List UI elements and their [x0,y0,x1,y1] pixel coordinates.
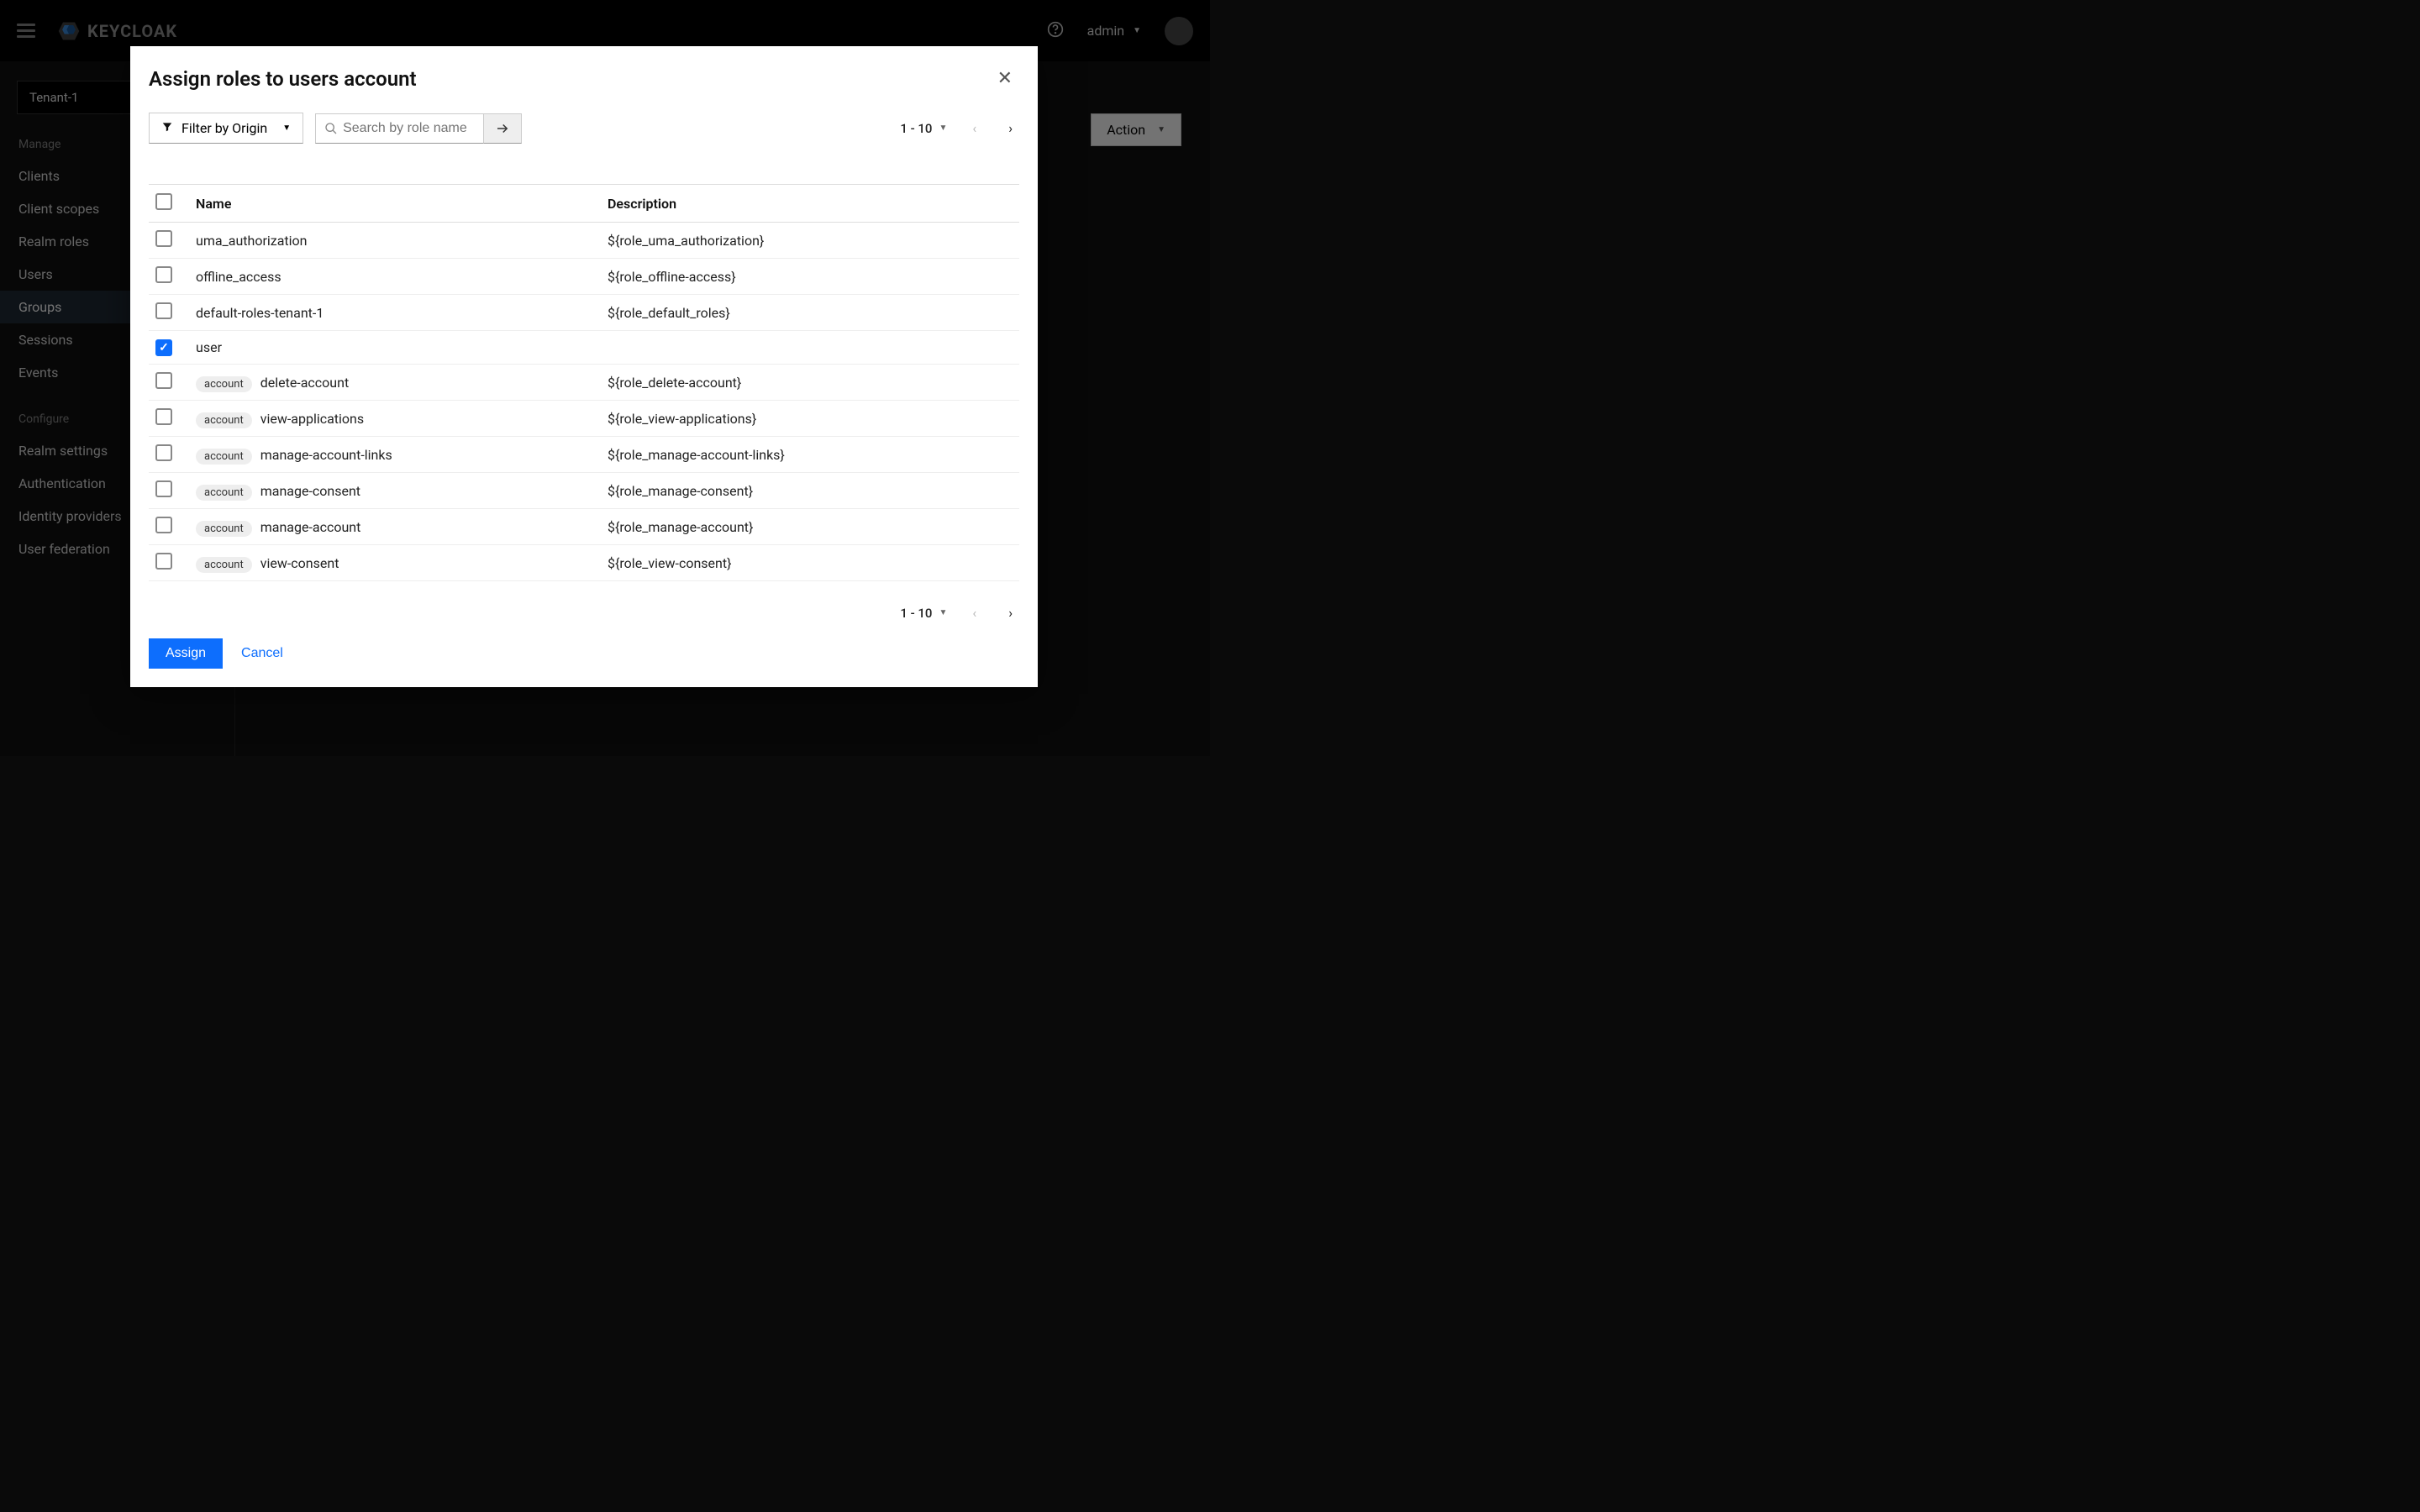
search-icon [324,122,338,135]
origin-tag: account [196,557,252,573]
origin-tag: account [196,521,252,537]
row-checkbox[interactable] [155,339,172,356]
modal-toolbar: Filter by Origin ▼ 1 [149,113,1019,144]
row-checkbox[interactable] [155,553,172,570]
cancel-button[interactable]: Cancel [241,646,283,661]
role-name-cell: accountmanage-consent [189,473,601,509]
role-name-cell: offline_access [189,259,601,295]
table-row: accountmanage-consent${role_manage-conse… [149,473,1019,509]
row-checkbox[interactable] [155,517,172,533]
origin-tag: account [196,412,252,428]
role-name-cell: accountdelete-account [189,365,601,401]
row-checkbox[interactable] [155,230,172,247]
origin-tag: account [196,485,252,501]
row-checkbox[interactable] [155,444,172,461]
origin-tag: account [196,449,252,465]
row-checkbox[interactable] [155,372,172,389]
role-desc-cell: ${role_manage-account} [601,509,1019,545]
row-checkbox[interactable] [155,408,172,425]
close-icon[interactable]: ✕ [991,65,1019,92]
table-row: accountmanage-account-links${role_manage… [149,437,1019,473]
table-row: accountmanage-account${role_manage-accou… [149,509,1019,545]
table-row: accountdelete-account${role_delete-accou… [149,365,1019,401]
role-search-input[interactable] [338,114,475,143]
role-desc-cell: ${role_default_roles} [601,295,1019,331]
roles-table: Name Description uma_authorization${role… [149,184,1019,581]
row-checkbox[interactable] [155,302,172,319]
modal-title: Assign roles to users account [149,67,417,91]
search-submit-button[interactable] [483,113,522,144]
caret-down-icon: ▼ [282,123,291,133]
page-prev-button[interactable]: ‹ [965,601,983,624]
col-name: Name [189,185,601,223]
pagination-top: 1 - 10 ▼ ‹ › [900,117,1019,139]
table-row: accountview-consent${role_view-consent} [149,545,1019,581]
role-name-cell: default-roles-tenant-1 [189,295,601,331]
caret-down-icon: ▼ [939,123,947,133]
table-row: uma_authorization${role_uma_authorizatio… [149,223,1019,259]
assign-button[interactable]: Assign [149,638,223,669]
role-desc-cell [601,331,1019,365]
table-row: offline_access${role_offline-access} [149,259,1019,295]
arrow-right-icon [495,121,510,136]
role-desc-cell: ${role_delete-account} [601,365,1019,401]
role-name-cell: uma_authorization [189,223,601,259]
page-next-button[interactable]: › [1002,117,1019,139]
role-desc-cell: ${role_manage-account-links} [601,437,1019,473]
funnel-icon [161,121,173,136]
caret-down-icon: ▼ [939,608,947,617]
role-name-cell: user [189,331,601,365]
role-desc-cell: ${role_view-consent} [601,545,1019,581]
pagination-bottom: 1 - 10 ▼ ‹ › [900,601,1019,624]
select-all-checkbox[interactable] [155,193,172,210]
role-desc-cell: ${role_offline-access} [601,259,1019,295]
origin-tag: account [196,376,252,392]
table-row: default-roles-tenant-1${role_default_rol… [149,295,1019,331]
page-next-button[interactable]: › [1002,601,1019,624]
row-checkbox[interactable] [155,480,172,497]
role-desc-cell: ${role_view-applications} [601,401,1019,437]
table-row: user [149,331,1019,365]
role-name-cell: accountmanage-account [189,509,601,545]
page-range-dropdown[interactable]: 1 - 10 ▼ [900,121,947,136]
col-description: Description [601,185,1019,223]
page-range-dropdown[interactable]: 1 - 10 ▼ [900,606,947,621]
role-name-cell: accountmanage-account-links [189,437,601,473]
role-desc-cell: ${role_manage-consent} [601,473,1019,509]
role-desc-cell: ${role_uma_authorization} [601,223,1019,259]
assign-roles-modal: Assign roles to users account ✕ Filter b… [130,46,1038,687]
role-name-cell: accountview-applications [189,401,601,437]
page-prev-button[interactable]: ‹ [965,117,983,139]
role-name-cell: accountview-consent [189,545,601,581]
row-checkbox[interactable] [155,266,172,283]
table-row: accountview-applications${role_view-appl… [149,401,1019,437]
filter-origin-dropdown[interactable]: Filter by Origin ▼ [149,113,303,144]
